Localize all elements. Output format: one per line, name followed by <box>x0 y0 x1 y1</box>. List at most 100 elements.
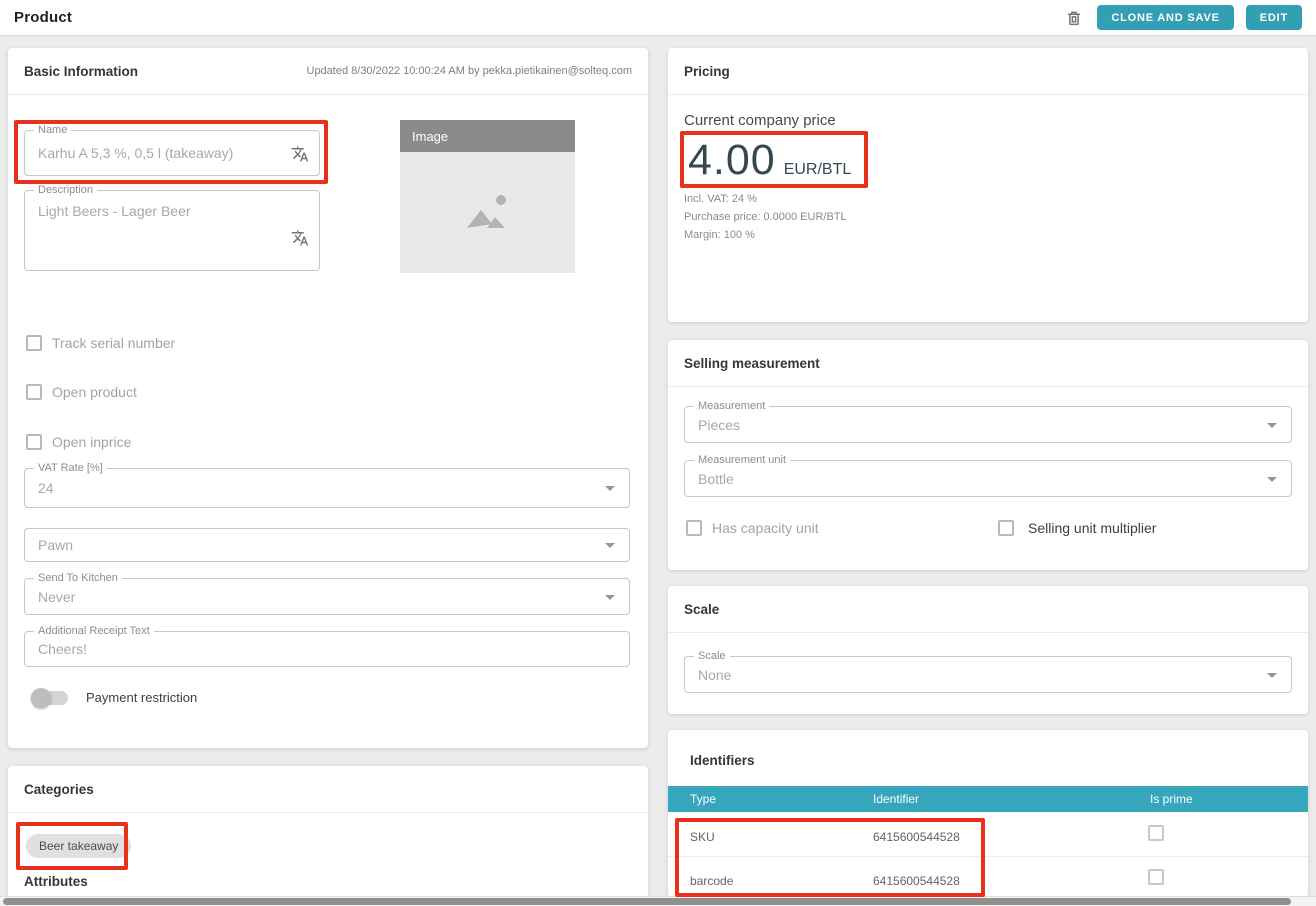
chevron-down-icon <box>1267 477 1277 482</box>
identifiers-card: Identifiers Type Identifier Is prime SKU… <box>668 730 1308 897</box>
open-inprice-checkbox-row: Open inprice <box>26 434 131 450</box>
price-unit: EUR/BTL <box>784 161 852 179</box>
identifier-value-cell: 6415600544528 <box>873 830 960 844</box>
open-inprice-checkbox[interactable] <box>26 434 42 450</box>
horizontal-scrollbar-thumb[interactable] <box>3 898 1291 905</box>
margin-line: Margin: 100 % <box>684 226 847 244</box>
open-inprice-label: Open inprice <box>52 434 131 450</box>
category-chip[interactable]: Beer takeaway <box>26 834 131 858</box>
chevron-down-icon <box>605 595 615 600</box>
image-placeholder-icon <box>461 192 515 234</box>
chevron-down-icon <box>605 543 615 548</box>
is-prime-checkbox-sku[interactable] <box>1148 825 1164 841</box>
chevron-down-icon <box>605 486 615 491</box>
pricing-title: Pricing <box>684 64 730 79</box>
vat-rate-label: VAT Rate [%] <box>34 462 107 474</box>
price-value: 4.00 <box>688 136 776 185</box>
selling-measurement-header: Selling measurement <box>668 340 1308 387</box>
horizontal-scrollbar-track[interactable] <box>0 896 1316 906</box>
image-box-header: Image <box>400 120 575 152</box>
categories-title: Categories <box>24 782 94 797</box>
open-product-checkbox[interactable] <box>26 384 42 400</box>
product-page: Product CLONE AND SAVE EDIT Basic Inform… <box>0 0 1316 906</box>
topbar-actions: CLONE AND SAVE EDIT <box>1063 5 1302 30</box>
name-field[interactable]: Name Karhu A 5,3 %, 0,5 l (takeaway) <box>24 130 320 176</box>
has-capacity-unit-checkbox[interactable] <box>686 520 702 536</box>
attributes-title: Attributes <box>24 874 88 889</box>
identifiers-title: Identifiers <box>690 753 755 768</box>
purchase-price-line: Purchase price: 0.0000 EUR/BTL <box>684 208 847 226</box>
topbar: Product CLONE AND SAVE EDIT <box>0 0 1316 36</box>
has-capacity-unit-row: Has capacity unit <box>686 520 819 536</box>
open-product-checkbox-row: Open product <box>26 384 137 400</box>
identifier-type-cell: barcode <box>690 874 733 888</box>
vat-rate-value: 24 <box>38 480 54 496</box>
track-serial-number-checkbox-row: Track serial number <box>26 335 175 351</box>
scale-select[interactable]: Scale None <box>684 656 1292 693</box>
chevron-down-icon <box>1267 673 1277 678</box>
send-to-kitchen-select[interactable]: Send To Kitchen Never <box>24 578 630 615</box>
delete-button[interactable] <box>1063 7 1085 29</box>
measurement-select[interactable]: Measurement Pieces <box>684 406 1292 443</box>
scale-header: Scale <box>668 586 1308 633</box>
selling-unit-multiplier-label: Selling unit multiplier <box>1028 520 1156 536</box>
measurement-value: Pieces <box>698 417 740 433</box>
trash-icon <box>1065 9 1083 27</box>
measurement-unit-label: Measurement unit <box>694 454 790 466</box>
track-serial-number-label: Track serial number <box>52 335 175 351</box>
product-image-box[interactable]: Image <box>400 120 575 273</box>
scale-field-value: None <box>698 667 731 683</box>
additional-receipt-text-field[interactable]: Additional Receipt Text Cheers! <box>24 631 630 667</box>
vat-rate-select[interactable]: VAT Rate [%] 24 <box>24 468 630 508</box>
scale-card: Scale Scale None <box>668 586 1308 714</box>
measurement-unit-select[interactable]: Measurement unit Bottle <box>684 460 1292 497</box>
clone-and-save-button[interactable]: CLONE AND SAVE <box>1097 5 1233 30</box>
additional-receipt-text-label: Additional Receipt Text <box>34 625 154 637</box>
measurement-unit-value: Bottle <box>698 471 734 487</box>
name-field-label: Name <box>34 124 71 136</box>
payment-restriction-toggle[interactable] <box>34 691 68 705</box>
selling-unit-multiplier-row: Selling unit multiplier <box>998 520 1156 536</box>
identifier-value-cell: 6415600544528 <box>873 874 960 888</box>
scale-title: Scale <box>684 602 719 617</box>
column-identifier: Identifier <box>873 792 919 806</box>
image-box-body <box>400 152 575 273</box>
basic-information-card: Basic Information Updated 8/30/2022 10:0… <box>8 48 648 748</box>
current-price-label: Current company price <box>684 112 836 129</box>
page-title: Product <box>14 9 72 26</box>
edit-button[interactable]: EDIT <box>1246 5 1302 30</box>
selling-measurement-card: Selling measurement Measurement Pieces M… <box>668 340 1308 570</box>
pawn-value: Pawn <box>38 537 73 553</box>
open-product-label: Open product <box>52 384 137 400</box>
pricing-header: Pricing <box>668 48 1308 95</box>
translate-icon[interactable] <box>291 145 309 163</box>
is-prime-checkbox-barcode[interactable] <box>1148 869 1164 885</box>
send-to-kitchen-value: Never <box>38 589 75 605</box>
additional-receipt-text-value: Cheers! <box>38 641 87 657</box>
categories-header: Categories <box>8 766 648 813</box>
chevron-down-icon <box>1267 423 1277 428</box>
price-display: 4.00 EUR/BTL <box>688 136 851 185</box>
translate-icon[interactable] <box>291 229 309 247</box>
description-field-label: Description <box>34 184 97 196</box>
column-type: Type <box>690 792 716 806</box>
selling-unit-multiplier-checkbox[interactable] <box>998 520 1014 536</box>
updated-info: Updated 8/30/2022 10:00:24 AM by pekka.p… <box>307 65 633 77</box>
incl-vat-line: Incl. VAT: 24 % <box>684 190 847 208</box>
scale-field-label: Scale <box>694 650 730 662</box>
description-field-value: Light Beers - Lager Beer <box>38 203 191 219</box>
has-capacity-unit-label: Has capacity unit <box>712 520 819 536</box>
identifier-type-cell: SKU <box>690 830 715 844</box>
identifiers-table-header: Type Identifier Is prime <box>668 786 1308 812</box>
selling-measurement-title: Selling measurement <box>684 356 820 371</box>
column-is-prime: Is prime <box>1150 792 1193 806</box>
pricing-card: Pricing Current company price 4.00 EUR/B… <box>668 48 1308 322</box>
track-serial-number-checkbox[interactable] <box>26 335 42 351</box>
payment-restriction-row: Payment restriction <box>34 690 197 705</box>
basic-information-title: Basic Information <box>24 64 138 79</box>
image-box-label: Image <box>412 129 448 144</box>
description-field[interactable]: Description Light Beers - Lager Beer <box>24 190 320 271</box>
price-details: Incl. VAT: 24 % Purchase price: 0.0000 E… <box>684 190 847 244</box>
categories-card: Categories Beer takeaway Attributes <box>8 766 648 898</box>
pawn-select[interactable]: Pawn <box>24 528 630 562</box>
